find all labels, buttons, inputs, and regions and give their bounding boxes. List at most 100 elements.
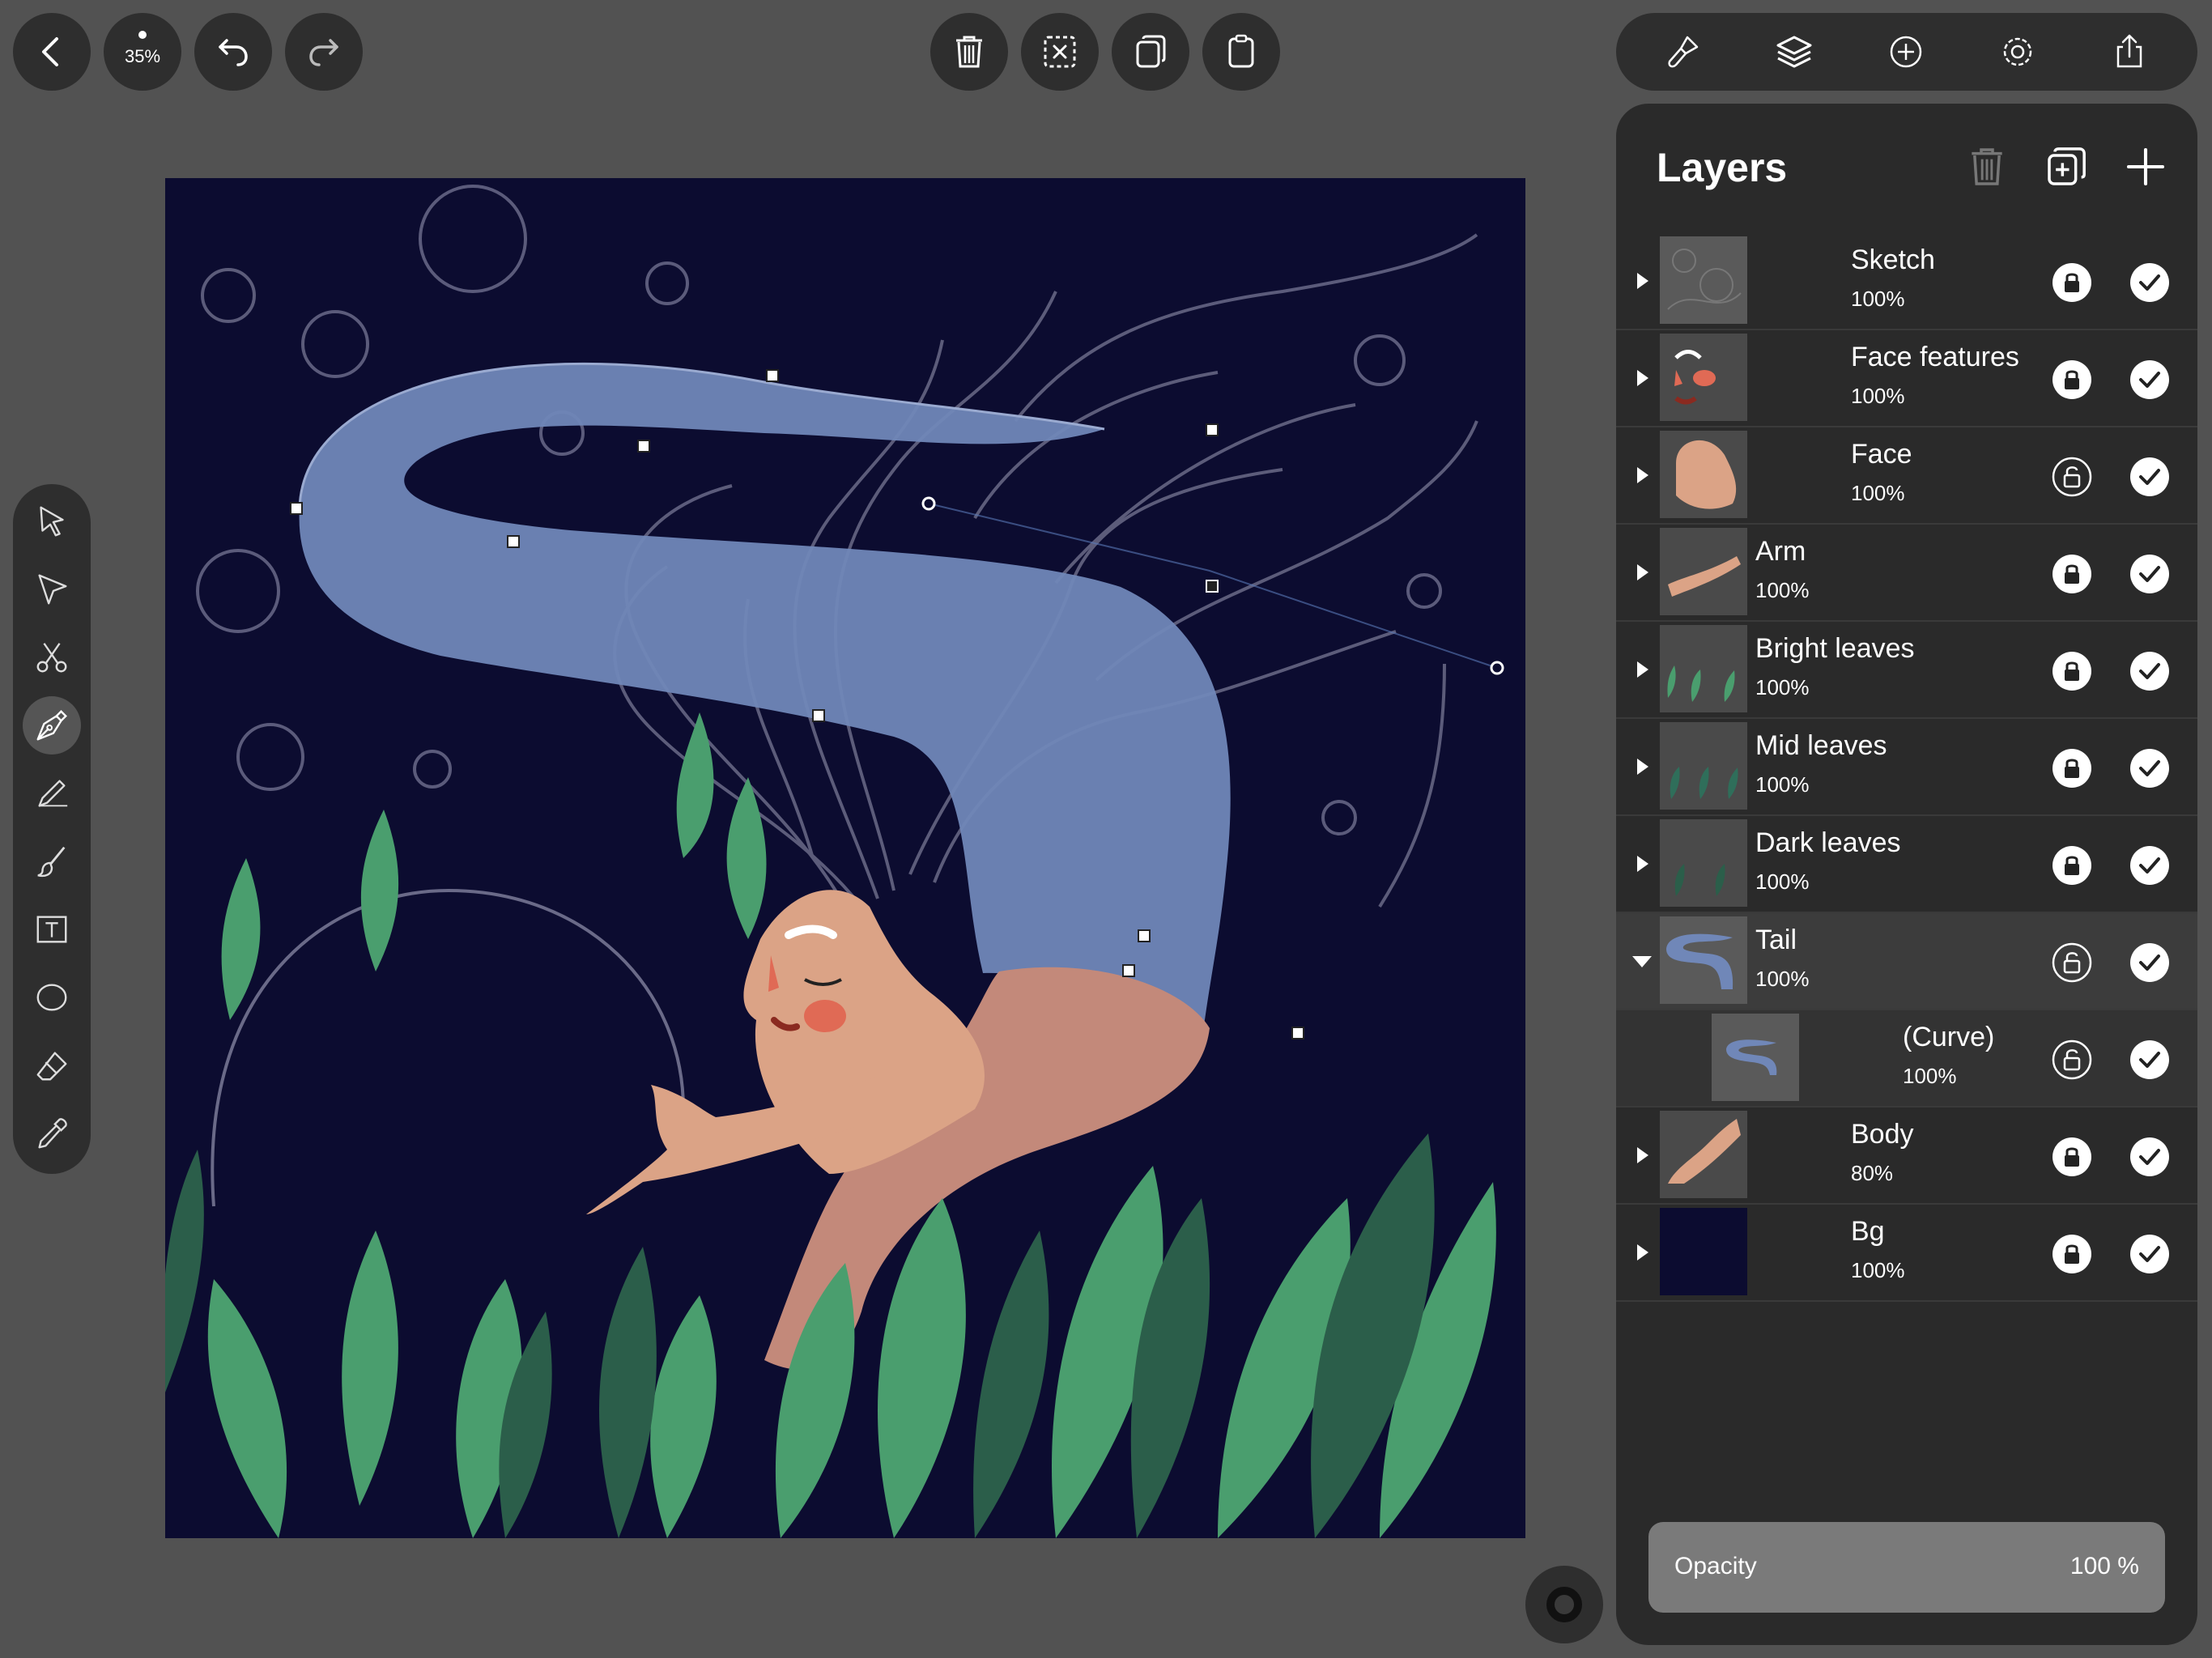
visibility-toggle[interactable] xyxy=(2129,554,2170,594)
collapse-triangle-icon[interactable] xyxy=(1629,948,1655,974)
layers-button[interactable] xyxy=(1775,32,1814,71)
eyedropper-tool[interactable] xyxy=(23,1104,81,1163)
add-icon xyxy=(1890,36,1922,68)
lock-toggle[interactable] xyxy=(2052,1039,2092,1080)
lock-toggle[interactable] xyxy=(2052,651,2092,691)
lock-toggle[interactable] xyxy=(2052,942,2092,983)
layer-opacity: 100% xyxy=(1755,869,1810,894)
undo-button[interactable] xyxy=(194,13,272,91)
layer-thumbnail xyxy=(1712,1014,1799,1101)
add-button[interactable] xyxy=(1887,32,1925,71)
back-button[interactable] xyxy=(13,13,91,91)
checkmark-icon xyxy=(2130,652,2169,691)
visibility-toggle[interactable] xyxy=(2129,845,2170,886)
layers-panel: Layers Sketch 100% Face features 100% Fa… xyxy=(1616,104,2197,1645)
layer-thumbnail xyxy=(1660,625,1747,712)
pencil-tool[interactable] xyxy=(23,764,81,823)
paste-button[interactable] xyxy=(1202,13,1280,91)
expand-triangle-icon[interactable] xyxy=(1629,268,1655,294)
expand-triangle-icon[interactable] xyxy=(1629,365,1655,391)
brush-tool[interactable] xyxy=(23,832,81,891)
visibility-toggle[interactable] xyxy=(2129,651,2170,691)
layer-row-bright-leaves[interactable]: Bright leaves 100% xyxy=(1616,622,2197,719)
arrow-pointer-icon xyxy=(40,506,64,537)
settings-gear-icon xyxy=(2003,37,2032,66)
eraser-tool[interactable] xyxy=(23,1036,81,1095)
expand-triangle-icon[interactable] xyxy=(1629,754,1655,780)
visibility-toggle[interactable] xyxy=(2129,1234,2170,1274)
layer-row-arm[interactable]: Arm 100% xyxy=(1616,525,2197,622)
deselect-button[interactable] xyxy=(1021,13,1099,91)
expand-triangle-icon[interactable] xyxy=(1629,1239,1655,1265)
layer-row-sketch[interactable]: Sketch 100% xyxy=(1616,233,2197,330)
node-tool[interactable] xyxy=(23,560,81,619)
add-layer-button[interactable] xyxy=(2123,144,2168,189)
layer-thumbnail xyxy=(1660,722,1747,810)
checkmark-icon xyxy=(2130,1235,2169,1273)
add-group-button[interactable] xyxy=(2044,144,2089,189)
lock-toggle[interactable] xyxy=(2052,262,2092,303)
delete-layer-button[interactable] xyxy=(1964,144,2010,189)
checkmark-icon xyxy=(2130,1040,2169,1079)
expand-triangle-icon[interactable] xyxy=(1629,657,1655,682)
color-picker-button[interactable] xyxy=(1525,1566,1603,1643)
shape-tool[interactable] xyxy=(23,968,81,1027)
layer-name: Face features xyxy=(1851,342,2019,372)
zoom-indicator[interactable]: 35% xyxy=(104,13,181,91)
ellipse-icon xyxy=(36,984,67,1011)
brush-icon xyxy=(37,846,66,878)
expand-triangle-icon[interactable] xyxy=(1629,1142,1655,1168)
lock-toggle[interactable] xyxy=(2052,554,2092,594)
layer-thumbnail xyxy=(1660,236,1747,324)
visibility-toggle[interactable] xyxy=(2129,359,2170,400)
visibility-toggle[interactable] xyxy=(2129,262,2170,303)
layer-row-face[interactable]: Face 100% xyxy=(1616,427,2197,525)
layer-row-mid-leaves[interactable]: Mid leaves 100% xyxy=(1616,719,2197,816)
lock-toggle[interactable] xyxy=(2052,1137,2092,1177)
lock-toggle[interactable] xyxy=(2052,359,2092,400)
style-brush-button[interactable] xyxy=(1663,32,1702,71)
duplicate-button[interactable] xyxy=(1112,13,1189,91)
lock-toggle[interactable] xyxy=(2052,1234,2092,1274)
text-tool[interactable] xyxy=(23,900,81,959)
layer-row-dark-leaves[interactable]: Dark leaves 100% xyxy=(1616,816,2197,913)
visibility-toggle[interactable] xyxy=(2129,1039,2170,1080)
visibility-toggle[interactable] xyxy=(2129,942,2170,983)
layer-row-body[interactable]: Body 80% xyxy=(1616,1107,2197,1205)
settings-button[interactable] xyxy=(1998,32,2037,71)
opacity-slider[interactable]: Opacity 100 % xyxy=(1648,1522,2165,1613)
visibility-toggle[interactable] xyxy=(2129,457,2170,497)
lock-closed-icon xyxy=(2052,1137,2091,1176)
visibility-toggle[interactable] xyxy=(2129,748,2170,789)
share-icon xyxy=(2116,34,2142,68)
lock-toggle[interactable] xyxy=(2052,748,2092,789)
trash-icon xyxy=(956,36,982,68)
delete-button[interactable] xyxy=(930,13,1008,91)
layer-row-curve[interactable]: (Curve) 100% xyxy=(1616,1010,2197,1107)
paste-icon xyxy=(1228,34,1254,68)
layer-name: Bright leaves xyxy=(1755,633,1915,664)
checkmark-icon xyxy=(2130,1137,2169,1176)
lock-open-icon xyxy=(2052,457,2092,497)
lock-toggle[interactable] xyxy=(2052,845,2092,886)
lock-closed-icon xyxy=(2052,263,2091,302)
scissors-tool[interactable] xyxy=(23,628,81,687)
lock-toggle[interactable] xyxy=(2052,457,2092,497)
expand-triangle-icon[interactable] xyxy=(1629,559,1655,585)
layer-name: Mid leaves xyxy=(1755,730,1887,761)
layer-row-face-features[interactable]: Face features 100% xyxy=(1616,330,2197,427)
share-button[interactable] xyxy=(2110,32,2149,71)
redo-icon xyxy=(309,39,338,66)
pen-tool[interactable] xyxy=(23,696,81,755)
redo-button[interactable] xyxy=(285,13,363,91)
lock-closed-icon xyxy=(2052,846,2091,885)
layer-name: (Curve) xyxy=(1903,1022,1995,1052)
visibility-toggle[interactable] xyxy=(2129,1137,2170,1177)
artboard-canvas[interactable] xyxy=(162,178,1525,1538)
expand-triangle-icon[interactable] xyxy=(1629,851,1655,877)
expand-triangle-icon[interactable] xyxy=(1629,462,1655,488)
layer-row-bg[interactable]: Bg 100% xyxy=(1616,1205,2197,1302)
layer-row-tail[interactable]: Tail 100% xyxy=(1616,913,2197,1010)
select-tool[interactable] xyxy=(23,492,81,551)
zoom-label: 35% xyxy=(124,46,161,66)
